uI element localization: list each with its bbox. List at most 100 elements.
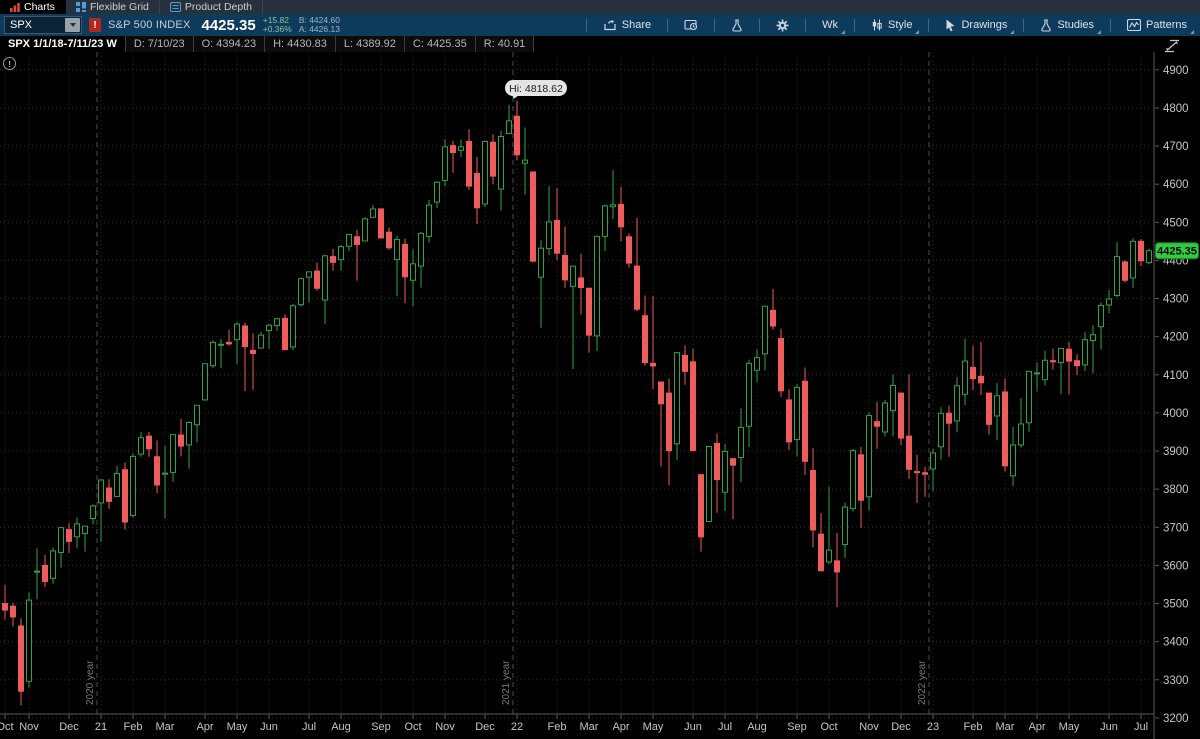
- candle-body: [1050, 360, 1056, 363]
- tab-label: Flexible Grid: [89, 1, 149, 13]
- symbol-dropdown-button[interactable]: [65, 18, 80, 32]
- candle-body: [1098, 304, 1104, 328]
- quick-study-button[interactable]: [722, 14, 752, 36]
- ohlc-readout-bar: SPX 1/1/18-7/11/23 W D: 7/10/23 O: 4394.…: [0, 36, 1200, 52]
- candle-body: [34, 570, 40, 573]
- style-label: Style: [888, 19, 913, 31]
- candle-body: [666, 392, 672, 452]
- svg-text:3800: 3800: [1163, 484, 1189, 496]
- candle-body: [642, 315, 648, 364]
- tab-product-depth[interactable]: Product Depth: [160, 0, 263, 14]
- candle-body: [290, 305, 296, 348]
- candle-body: [282, 317, 288, 351]
- candle-body: [250, 349, 256, 354]
- candle-body: [1130, 240, 1136, 279]
- candle-body: [82, 525, 88, 534]
- gear-icon: [776, 19, 789, 32]
- svg-text:Feb: Feb: [124, 721, 143, 733]
- svg-text:Oct: Oct: [404, 721, 421, 733]
- toolbar-separator: [805, 18, 807, 32]
- candle-body: [218, 343, 224, 346]
- candle-body: [322, 255, 328, 301]
- maximize-chart-icon[interactable]: [1164, 39, 1180, 53]
- horizontal-gridlines: [0, 69, 1152, 719]
- tab-charts[interactable]: Charts: [0, 0, 66, 14]
- ohlc-open: O: 4394.23: [193, 36, 266, 52]
- svg-text:Dec: Dec: [59, 721, 79, 733]
- tab-flexible-grid[interactable]: Flexible Grid: [66, 0, 160, 14]
- candle-body: [586, 287, 592, 336]
- svg-text:4000: 4000: [1163, 408, 1189, 420]
- svg-text:22: 22: [511, 721, 523, 733]
- thinkorswim-window: { "tabs": [ {"label": "Charts", "active"…: [0, 0, 1200, 739]
- candle-body: [1010, 444, 1016, 477]
- candle-body: [178, 434, 184, 447]
- drawings-button[interactable]: Drawings: [936, 14, 1016, 36]
- toolbar-separator: [759, 18, 761, 32]
- studies-button[interactable]: Studies: [1031, 14, 1103, 36]
- candle-body: [682, 354, 688, 372]
- candle-body: [354, 236, 360, 245]
- drawings-label: Drawings: [961, 19, 1008, 31]
- svg-text:Mar: Mar: [156, 721, 175, 733]
- svg-text:Aug: Aug: [747, 721, 767, 733]
- candle-body: [874, 421, 880, 427]
- candle-body: [194, 404, 200, 426]
- candle-body: [258, 334, 264, 349]
- studies-label: Studies: [1057, 19, 1095, 31]
- candle-body: [522, 159, 528, 164]
- style-button[interactable]: Style: [862, 14, 921, 36]
- alert-badge-icon[interactable]: !: [89, 18, 101, 32]
- ohlc-high: H: 4430.83: [265, 36, 336, 52]
- candle-body: [1018, 423, 1024, 446]
- candle-body: [578, 277, 584, 288]
- price-change: +15.82 +0.36%: [263, 15, 292, 35]
- candle-body: [754, 357, 760, 371]
- svg-text:May: May: [227, 721, 248, 733]
- symbol-input[interactable]: SPX: [4, 16, 82, 34]
- candle-body: [378, 208, 384, 239]
- candle-body: [834, 560, 840, 573]
- svg-text:Oct: Oct: [0, 721, 14, 733]
- svg-text:Feb: Feb: [548, 721, 567, 733]
- candle-body: [538, 247, 544, 278]
- svg-text:Jul: Jul: [1134, 721, 1148, 733]
- candle-body: [698, 474, 704, 538]
- note-clock-icon: [684, 19, 698, 31]
- tab-label: Charts: [24, 1, 55, 13]
- candlestick-chart[interactable]: 2020 year 2021 year 2022 year3200330034003…: [0, 52, 1200, 739]
- svg-text:May: May: [1059, 721, 1080, 733]
- candle-body: [610, 204, 616, 208]
- candle-body: [338, 246, 344, 261]
- svg-text:Apr: Apr: [196, 721, 213, 733]
- candle-body: [130, 455, 136, 516]
- svg-text:Nov: Nov: [859, 721, 879, 733]
- candle-body: [114, 473, 120, 497]
- svg-text:Dec: Dec: [891, 721, 911, 733]
- candle-body: [898, 392, 904, 439]
- candle-body: [554, 219, 560, 254]
- candle-body: [986, 392, 992, 425]
- chart-area: 2020 year 2021 year 2022 year 3200 3300 3400 3…: [0, 52, 1200, 739]
- bar-chart-icon: [10, 2, 20, 12]
- info-icon[interactable]: !: [3, 57, 16, 70]
- settings-button[interactable]: [767, 14, 798, 36]
- svg-text:Apr: Apr: [1028, 721, 1045, 733]
- notes-button[interactable]: [675, 14, 707, 36]
- candle-body: [122, 469, 128, 523]
- workspace-tab-bar: Charts Flexible Grid Product Depth: [0, 0, 1200, 14]
- svg-text:4900: 4900: [1163, 65, 1189, 77]
- candle-body: [930, 452, 936, 470]
- candle-body: [722, 450, 728, 493]
- patterns-button[interactable]: Patterns: [1118, 14, 1196, 36]
- share-button[interactable]: Share: [594, 14, 660, 36]
- symbol-toolbar: SPX ! S&P 500 INDEX 4425.35 +15.82 +0.36…: [0, 14, 1200, 36]
- candle-body: [914, 471, 920, 474]
- timeframe-button[interactable]: Wk: [813, 14, 847, 36]
- toolbar-separator: [1023, 18, 1025, 32]
- candle-body: [1074, 360, 1080, 367]
- svg-text:4700: 4700: [1163, 141, 1189, 153]
- ask-value: A: 4426.13: [298, 24, 340, 34]
- candle-body: [1146, 250, 1152, 264]
- candle-body: [458, 146, 464, 151]
